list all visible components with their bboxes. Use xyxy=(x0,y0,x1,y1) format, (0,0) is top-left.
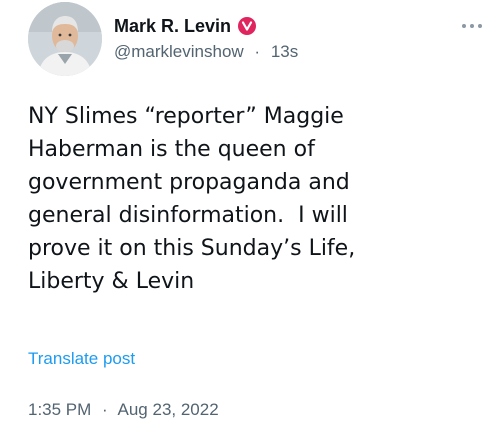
post-timestamp[interactable]: 1:35 PM · Aug 23, 2022 xyxy=(28,400,219,420)
post-text: NY Slimes “reporter” Maggie Haberman is … xyxy=(28,104,356,294)
post-date: Aug 23, 2022 xyxy=(117,400,219,419)
timestamp-separator: · xyxy=(102,400,108,419)
avatar[interactable] xyxy=(28,2,102,76)
more-options-icon[interactable] xyxy=(458,12,486,40)
name-row: Mark R. Levin xyxy=(114,14,257,38)
display-name[interactable]: Mark R. Levin xyxy=(114,16,231,37)
handle[interactable]: @marklevinshow xyxy=(114,42,244,61)
post-time: 1:35 PM xyxy=(28,400,92,419)
post-header: Mark R. Levin @marklevinshow · 13s xyxy=(28,2,488,76)
relative-time[interactable]: 13s xyxy=(271,42,298,61)
handle-separator: · xyxy=(254,42,261,61)
user-avatar-photo xyxy=(28,2,102,76)
translate-post-link[interactable]: Translate post xyxy=(28,349,135,369)
handle-row: @marklevinshow · 13s xyxy=(114,42,298,62)
verified-badge-icon xyxy=(237,16,257,36)
post-card: Mark R. Levin @marklevinshow · 13s NY Sl… xyxy=(0,0,500,438)
